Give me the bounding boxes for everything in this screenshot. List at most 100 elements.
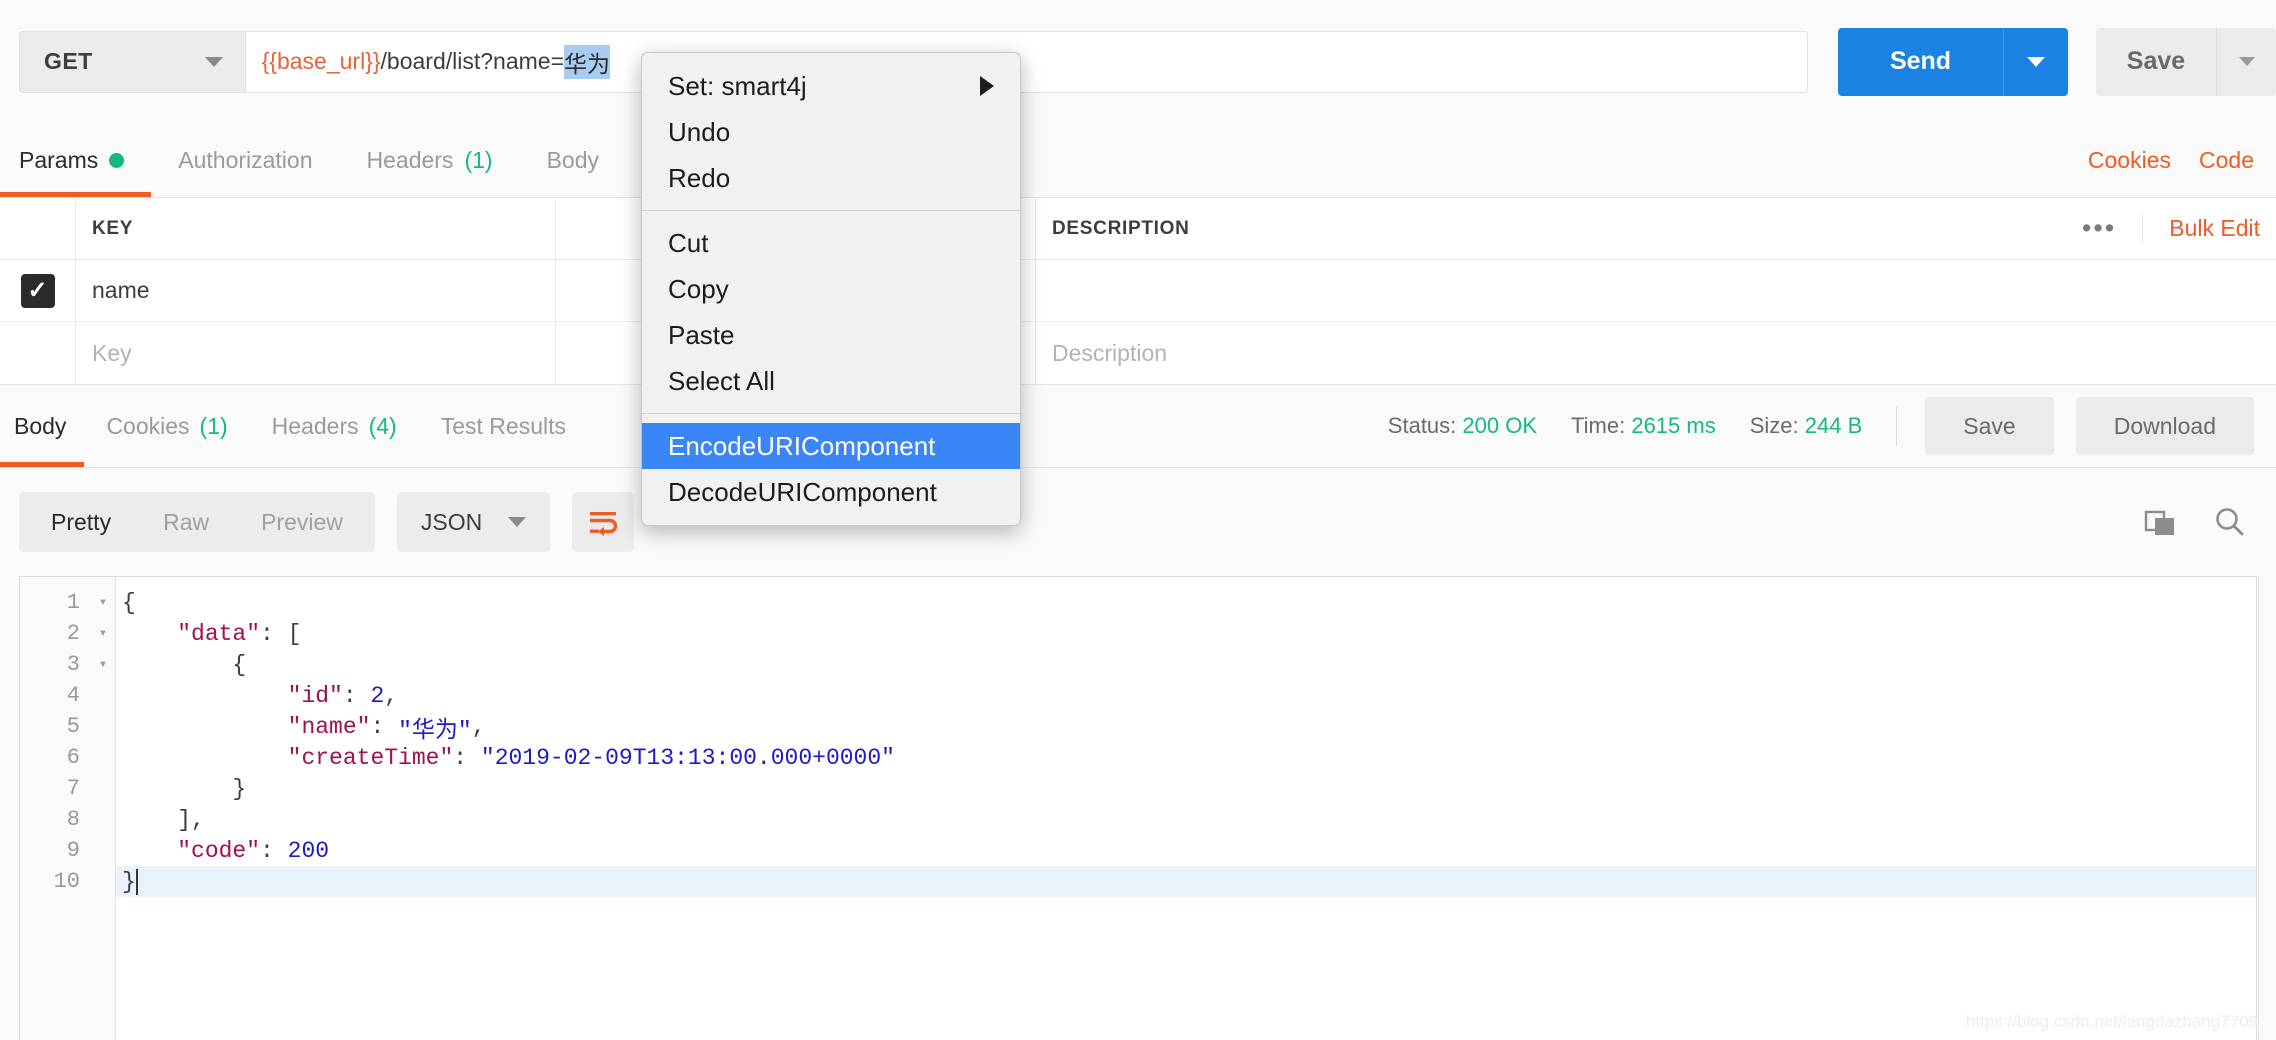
code-line: { — [116, 649, 2256, 680]
status-label: Status: — [1387, 413, 1457, 438]
line-number: 5 — [66, 714, 80, 739]
save-response-button[interactable]: Save — [1925, 397, 2054, 455]
token-punc: : — [370, 713, 399, 740]
cookies-link[interactable]: Cookies — [2088, 147, 2171, 174]
code-line: ], — [116, 804, 2256, 835]
line-number-row: 8 — [20, 804, 116, 835]
token-punc: : — [453, 744, 481, 771]
param-key-input[interactable]: Key — [76, 322, 556, 384]
context-menu-item-set-smart4j[interactable]: Set: smart4j — [642, 63, 1020, 109]
tab-params[interactable]: Params — [0, 123, 152, 197]
response-tabs: Body Cookies (1) Headers (4) Test Result… — [0, 385, 2276, 468]
token-punc: : — [260, 837, 288, 864]
word-wrap-toggle[interactable] — [572, 492, 635, 552]
save-options-button[interactable] — [2216, 27, 2276, 96]
menu-item-label: EncodeURIComponent — [668, 430, 936, 461]
submenu-arrow-icon — [980, 76, 994, 96]
tab-badge: (1) — [464, 146, 493, 173]
chevron-down-icon — [508, 517, 527, 527]
param-description-input[interactable]: Description — [1036, 322, 2276, 384]
send-options-button[interactable] — [2003, 27, 2068, 96]
token-punc: ], — [177, 806, 205, 833]
response-format-bar: Pretty Raw Preview JSON — [0, 468, 2276, 576]
response-tab-test-results[interactable]: Test Results — [419, 385, 588, 467]
param-enabled-checkbox[interactable] — [21, 336, 55, 370]
time-value: 2615 ms — [1631, 413, 1716, 438]
fold-toggle-icon[interactable]: ▾ — [90, 618, 116, 649]
response-body-viewer[interactable]: 1 ▾ 2 ▾ 3 ▾ 4 5 6 7 8 9 10 { "data": [ { "id": 2, "n… — [19, 576, 2257, 1040]
context-menu-item-decode-uri-component[interactable]: DecodeURIComponent — [642, 469, 1020, 515]
view-mode-pretty[interactable]: Pretty — [25, 509, 137, 536]
context-menu-item-encode-uri-component[interactable]: EncodeURIComponent — [642, 423, 1020, 469]
request-url-bar: GET {{base_url}}/board/list?name= 华为 Send… — [0, 0, 2276, 123]
line-number-row: 9 — [20, 835, 116, 866]
response-tab-body[interactable]: Body — [0, 385, 85, 467]
token-key: "createTime" — [287, 744, 454, 771]
context-menu-item-cut[interactable]: Cut — [642, 220, 1020, 266]
token-punc: } — [232, 775, 247, 802]
menu-item-label: Set: smart4j — [668, 70, 807, 101]
response-tab-headers[interactable]: Headers (4) — [250, 385, 419, 467]
size-label: Size: — [1749, 413, 1799, 438]
url-input[interactable]: {{base_url}}/board/list?name= 华为 — [244, 30, 1808, 93]
download-response-button[interactable]: Download — [2075, 397, 2254, 455]
tab-body[interactable]: Body — [520, 123, 626, 197]
fold-toggle-icon[interactable]: ▾ — [90, 587, 116, 618]
param-key-input[interactable]: name — [76, 260, 556, 321]
line-number: 9 — [66, 838, 80, 863]
line-number: 10 — [53, 869, 80, 894]
context-menu-item-undo[interactable]: Undo — [642, 109, 1020, 155]
params-table: KEY DESCRIPTION ••• Bulk Edit ✓ name Key… — [0, 198, 2276, 385]
more-options-icon[interactable]: ••• — [2056, 215, 2144, 242]
word-wrap-icon — [590, 512, 618, 536]
line-number: 1 — [66, 590, 80, 615]
line-number: 7 — [66, 776, 80, 801]
save-button-group: Save — [2096, 27, 2276, 96]
search-icon[interactable] — [2212, 505, 2246, 539]
tab-badge: (1) — [199, 412, 228, 439]
token-key: "code" — [177, 837, 261, 864]
context-menu-item-copy[interactable]: Copy — [642, 266, 1020, 312]
tab-label: Params — [19, 146, 99, 173]
param-enabled-checkbox[interactable]: ✓ — [20, 273, 55, 308]
vertical-scrollbar[interactable] — [2258, 576, 2276, 1040]
context-menu-item-select-all[interactable]: Select All — [642, 358, 1020, 404]
response-tab-cookies[interactable]: Cookies (1) — [84, 385, 249, 467]
status-badge: Status: 200 OK — [1388, 413, 1537, 439]
menu-item-label: Copy — [668, 273, 729, 304]
param-description-input[interactable] — [1036, 260, 2276, 321]
send-button[interactable]: Send — [1838, 27, 2003, 96]
text-cursor — [135, 868, 138, 895]
fold-toggle-icon[interactable]: ▾ — [90, 649, 116, 680]
view-mode-raw[interactable]: Raw — [137, 509, 235, 536]
code-line: } — [116, 773, 2256, 804]
response-body-tools — [2144, 505, 2276, 539]
code-line: "id": 2, — [116, 680, 2256, 711]
code-line: } — [116, 866, 2256, 897]
params-modified-dot-icon — [109, 152, 125, 168]
tab-authorization[interactable]: Authorization — [151, 123, 339, 197]
chevron-down-icon — [204, 56, 223, 67]
menu-item-label: Undo — [668, 116, 731, 147]
language-select[interactable]: JSON — [396, 492, 551, 552]
tab-headers[interactable]: Headers (1) — [340, 123, 520, 197]
line-number: 3 — [66, 652, 80, 677]
context-menu-item-redo[interactable]: Redo — [642, 155, 1020, 201]
menu-item-label: Select All — [668, 365, 775, 396]
view-mode-preview[interactable]: Preview — [235, 509, 369, 536]
request-tabs-right-links: Cookies Code — [2088, 123, 2276, 197]
http-method-select[interactable]: GET — [19, 30, 245, 93]
context-menu-item-paste[interactable]: Paste — [642, 312, 1020, 358]
code-link[interactable]: Code — [2199, 147, 2254, 174]
tab-label: Headers — [271, 412, 359, 439]
send-button-group: Send — [1838, 27, 2068, 96]
bulk-edit-button[interactable]: Bulk Edit — [2143, 215, 2260, 242]
token-num: 200 — [287, 837, 330, 864]
save-request-button[interactable]: Save — [2096, 27, 2216, 96]
menu-item-label: Cut — [668, 227, 709, 258]
copy-icon[interactable] — [2144, 506, 2178, 538]
